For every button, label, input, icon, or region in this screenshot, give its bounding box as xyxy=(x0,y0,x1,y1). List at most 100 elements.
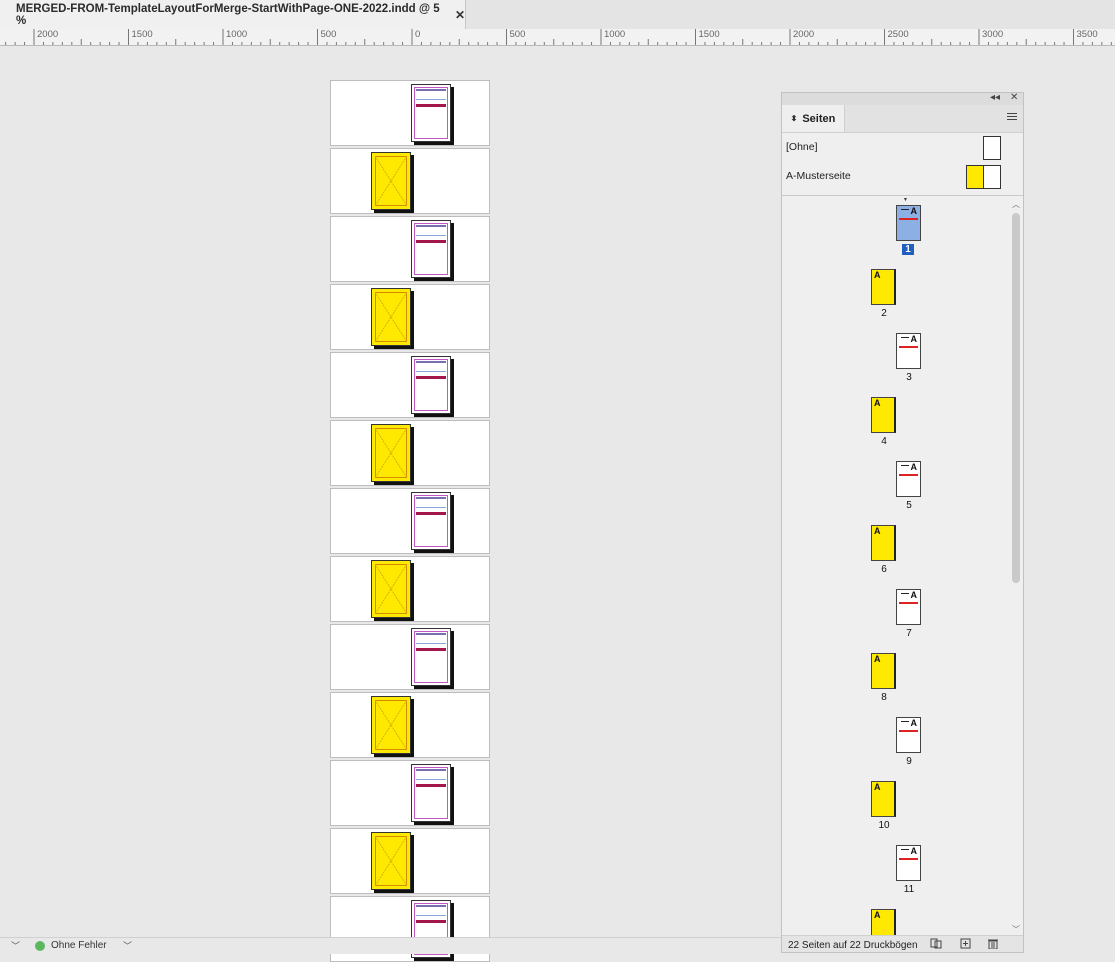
master-prefix-label: A xyxy=(874,782,881,792)
page-title-band xyxy=(416,376,446,379)
spread-page-left[interactable] xyxy=(371,696,411,754)
collapse-panel-icon[interactable]: ◂◂ xyxy=(990,92,1000,103)
spread-page-left[interactable] xyxy=(371,832,411,890)
page-header-bar xyxy=(416,905,446,907)
spread[interactable] xyxy=(330,148,490,214)
spread-page-left[interactable] xyxy=(371,424,411,482)
placeholder-cross xyxy=(375,836,407,886)
page-thumbnail[interactable]: A xyxy=(871,525,896,561)
master-prefix-label: A xyxy=(874,654,881,664)
delete-page-icon[interactable] xyxy=(987,938,999,949)
page-title-band xyxy=(416,648,446,651)
new-page-icon[interactable] xyxy=(960,938,972,949)
page-nav-chevron-icon[interactable]: ﹀ xyxy=(11,939,20,952)
page-thumbnail[interactable]: A xyxy=(871,397,896,433)
page-header-bar xyxy=(416,497,446,499)
spread-page-left[interactable] xyxy=(371,152,411,210)
page-title-band xyxy=(416,784,446,787)
page-thumbnail[interactable]: A xyxy=(871,653,896,689)
spread[interactable] xyxy=(330,624,490,690)
spread-page-right[interactable] xyxy=(411,492,451,550)
preflight-status-icon xyxy=(35,941,45,951)
ruler-label: 3500 xyxy=(1076,29,1098,40)
spread[interactable] xyxy=(330,760,490,826)
spread-page-left[interactable] xyxy=(371,560,411,618)
panel-scrollbar[interactable]: ︿ ﹀ xyxy=(1012,198,1021,938)
preflight-menu-chevron-icon[interactable]: ﹀ xyxy=(123,939,132,952)
page-number-label: 1 xyxy=(902,244,914,255)
page-number-label: 5 xyxy=(906,500,912,511)
spread[interactable] xyxy=(330,284,490,350)
spread[interactable] xyxy=(330,80,490,146)
page-thumbnail[interactable]: A xyxy=(896,717,921,753)
document-tab[interactable]: MERGED-FROM-TemplateLayoutForMerge-Start… xyxy=(0,0,466,29)
master-prefix-label: A xyxy=(910,590,918,600)
spread[interactable] xyxy=(330,556,490,622)
ruler-label: 1000 xyxy=(226,29,248,40)
thumb-title-band xyxy=(899,602,918,604)
page-thumbnail[interactable]: A xyxy=(871,269,896,305)
scroll-down-icon[interactable]: ﹀ xyxy=(1012,924,1020,935)
master-prefix-label: A xyxy=(874,398,881,408)
placeholder-cross xyxy=(375,700,407,750)
tab-seiten[interactable]: ⬍ Seiten xyxy=(782,105,845,132)
spread-page-right[interactable] xyxy=(411,220,451,278)
panel-menu-icon[interactable] xyxy=(1007,113,1017,122)
ruler-label: 3000 xyxy=(982,29,1004,40)
placeholder-cross xyxy=(375,292,407,342)
scroll-thumb[interactable] xyxy=(1012,213,1020,583)
page-count-text: 22 Seiten auf 22 Druckbögen xyxy=(788,940,918,951)
spread-page-left[interactable] xyxy=(371,288,411,346)
spread[interactable] xyxy=(330,692,490,758)
master-a[interactable]: A-Musterseite xyxy=(782,162,1023,191)
thumb-title-band xyxy=(899,218,918,220)
page-header-bar xyxy=(416,225,446,227)
page-rule-line xyxy=(416,507,446,508)
master-prefix-label: A xyxy=(910,206,918,216)
spread-page-right[interactable] xyxy=(411,764,451,822)
page-size-icon[interactable] xyxy=(930,938,942,949)
placeholder-cross xyxy=(375,156,407,206)
page-thumbnail[interactable]: A xyxy=(896,589,921,625)
page-number-label: 9 xyxy=(906,756,912,767)
page-rule-line xyxy=(416,779,446,780)
spread[interactable] xyxy=(330,352,490,418)
page-title-band xyxy=(416,920,446,923)
spread[interactable] xyxy=(330,420,490,486)
ruler-label: 2500 xyxy=(887,29,909,40)
ruler-label: 500 xyxy=(320,29,337,40)
page-header-bar xyxy=(416,633,446,635)
page-margin-guide xyxy=(414,87,448,139)
master-none[interactable]: [Ohne] xyxy=(782,133,1023,162)
page-number-label: 11 xyxy=(903,884,915,895)
spread[interactable] xyxy=(330,216,490,282)
spread-page-right[interactable] xyxy=(411,84,451,142)
page-margin-guide xyxy=(414,223,448,275)
page-thumbnail[interactable]: A xyxy=(871,909,896,938)
page-header-bar xyxy=(416,89,446,91)
horizontal-ruler[interactable]: 2000 1500 1000 500 0 500 1000 1500 2000 2500 3000 3… xyxy=(0,29,1115,46)
page-thumbnail-list[interactable]: A ▼ 1 A 2 A 3 A 4 A 5 A 6 A 7 A 8 A 9 A 10 A 11 A xyxy=(782,198,1010,938)
spread-page-right[interactable] xyxy=(411,628,451,686)
page-thumbnail[interactable]: A xyxy=(871,781,896,817)
ruler-ticks xyxy=(5,29,1112,45)
thumb-title-band xyxy=(899,730,918,732)
close-tab-icon[interactable]: ✕ xyxy=(455,8,465,22)
master-prefix-label: A xyxy=(874,526,881,536)
expand-arrows-icon: ⬍ xyxy=(790,114,798,123)
spread[interactable] xyxy=(330,828,490,894)
page-thumbnail[interactable]: A xyxy=(896,845,921,881)
page-header-bar xyxy=(416,769,446,771)
spread-page-right[interactable] xyxy=(411,356,451,414)
page-thumbnail[interactable]: A xyxy=(896,461,921,497)
scroll-up-icon[interactable]: ︿ xyxy=(1012,199,1020,210)
page-title-band xyxy=(416,104,446,107)
page-thumbnail[interactable]: A xyxy=(896,205,921,241)
page-rule-line xyxy=(416,915,446,916)
page-rule-line xyxy=(416,99,446,100)
thumb-header-line xyxy=(901,721,909,722)
thumb-title-band xyxy=(899,474,918,476)
page-thumbnail[interactable]: A xyxy=(896,333,921,369)
close-panel-icon[interactable]: ✕ xyxy=(1010,92,1018,103)
spread[interactable] xyxy=(330,488,490,554)
